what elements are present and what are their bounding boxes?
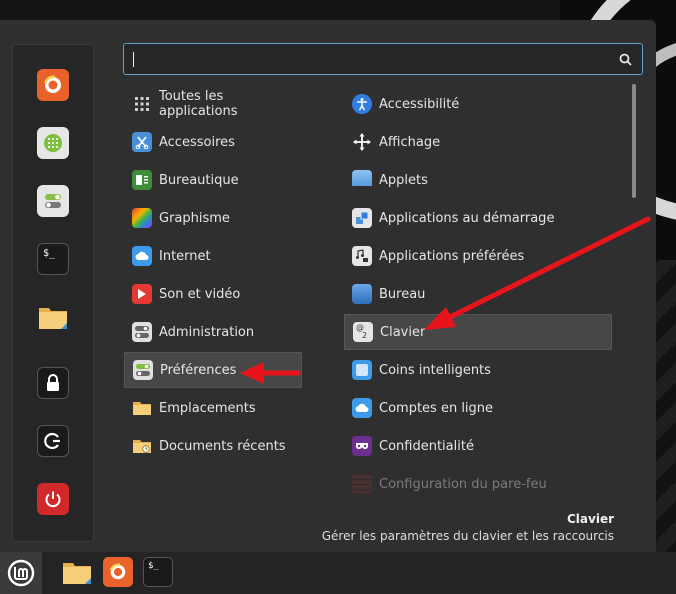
folder-icon (132, 398, 152, 418)
category-recent-documents[interactable]: Documents récents (124, 428, 302, 464)
hot-corners-icon (352, 360, 372, 380)
shutdown-icon[interactable] (37, 483, 69, 515)
app-label: Configuration du pare-feu (379, 476, 547, 492)
category-sound-video[interactable]: Son et vidéo (124, 276, 302, 312)
app-accessibility[interactable]: Accessibilité (344, 86, 612, 122)
startup-applications-icon (352, 208, 372, 228)
category-accessories[interactable]: Accessoires (124, 124, 302, 160)
category-label: Toutes les applications (159, 89, 238, 119)
grid-icon (132, 94, 152, 114)
app-privacy[interactable]: Confidentialité (344, 428, 612, 464)
play-icon (132, 284, 152, 304)
firefox-icon[interactable] (37, 69, 69, 101)
category-graphics[interactable]: Graphisme (124, 200, 302, 236)
app-label: Coins intelligents (379, 362, 491, 378)
app-label: Affichage (379, 134, 441, 150)
accessibility-icon (352, 94, 372, 114)
category-label: Emplacements (159, 400, 256, 416)
category-label: Internet (159, 248, 211, 264)
app-display[interactable]: Affichage (344, 124, 612, 160)
files-folder-icon[interactable] (37, 301, 69, 333)
cloud-icon (132, 246, 152, 266)
menu-button[interactable] (0, 552, 42, 594)
category-label: Bureautique (159, 172, 239, 188)
firewall-brick-icon (352, 474, 372, 494)
category-label: Documents récents (159, 438, 286, 454)
app-label: Clavier (380, 324, 426, 340)
desktop-icon (352, 284, 372, 304)
taskbar-firefox-icon[interactable] (103, 557, 133, 587)
category-label: Administration (159, 324, 255, 340)
display-move-icon (352, 132, 372, 152)
app-label: Applications préférées (379, 248, 525, 264)
taskbar-terminal-icon[interactable]: $_ (143, 557, 173, 587)
app-label: Confidentialité (379, 438, 474, 454)
terminal-icon[interactable]: $_ (37, 243, 69, 275)
app-hot-corners[interactable]: Coins intelligents (344, 352, 612, 388)
privacy-mask-icon (352, 436, 372, 456)
app-startup-applications[interactable]: Applications au démarrage (344, 200, 612, 236)
search-input[interactable] (123, 43, 643, 75)
category-internet[interactable]: Internet (124, 238, 302, 274)
search-icon (619, 53, 632, 66)
app-label: Comptes en ligne (379, 400, 494, 416)
office-document-icon (132, 170, 152, 190)
taskbar-files-icon[interactable] (62, 557, 92, 587)
category-places[interactable]: Emplacements (124, 390, 302, 426)
app-desktop[interactable]: Bureau (344, 276, 612, 312)
category-office[interactable]: Bureautique (124, 162, 302, 198)
app-preferred-applications[interactable]: Applications préférées (344, 238, 612, 274)
favorites-bar: $_ (12, 44, 94, 542)
category-all-applications[interactable]: Toutes les applications (124, 86, 302, 122)
lock-screen-icon[interactable] (37, 367, 69, 399)
applets-icon (352, 170, 372, 190)
online-accounts-cloud-icon (352, 398, 372, 418)
app-firewall-configuration[interactable]: Configuration du pare-feu (344, 466, 612, 502)
category-preferences[interactable]: Préférences (124, 352, 302, 388)
taskbar: $_ (0, 552, 676, 594)
category-label: Accessoires (159, 134, 235, 150)
preferences-toggles-icon (133, 360, 153, 380)
app-keyboard[interactable]: @ 2 Clavier (344, 314, 612, 350)
recent-folder-icon (132, 436, 152, 456)
app-applets[interactable]: Applets (344, 162, 612, 198)
selected-app-title: Clavier (566, 512, 614, 526)
app-label: Bureau (379, 286, 426, 302)
app-label: Applets (379, 172, 428, 188)
app-label: Accessibilité (379, 96, 460, 112)
application-menu: $_ Toutes les applications Accessoires B… (0, 20, 656, 552)
linux-mint-logo-icon (7, 559, 35, 587)
system-settings-icon[interactable] (37, 185, 69, 217)
category-label: Graphisme (159, 210, 230, 226)
keyboard-icon: @ 2 (353, 322, 373, 342)
scissors-icon (132, 132, 152, 152)
category-administration[interactable]: Administration (124, 314, 302, 350)
admin-toggles-icon (132, 322, 152, 342)
category-label: Son et vidéo (159, 286, 241, 302)
graphics-palette-icon (132, 208, 152, 228)
selected-app-description: Gérer les paramètres du clavier et les r… (321, 529, 614, 543)
preferred-applications-icon (352, 246, 372, 266)
apps-scrollbar[interactable] (632, 84, 636, 198)
app-online-accounts[interactable]: Comptes en ligne (344, 390, 612, 426)
logout-icon[interactable] (37, 425, 69, 457)
software-manager-icon[interactable] (37, 127, 69, 159)
category-label: Préférences (160, 362, 237, 378)
app-label: Applications au démarrage (379, 210, 555, 226)
